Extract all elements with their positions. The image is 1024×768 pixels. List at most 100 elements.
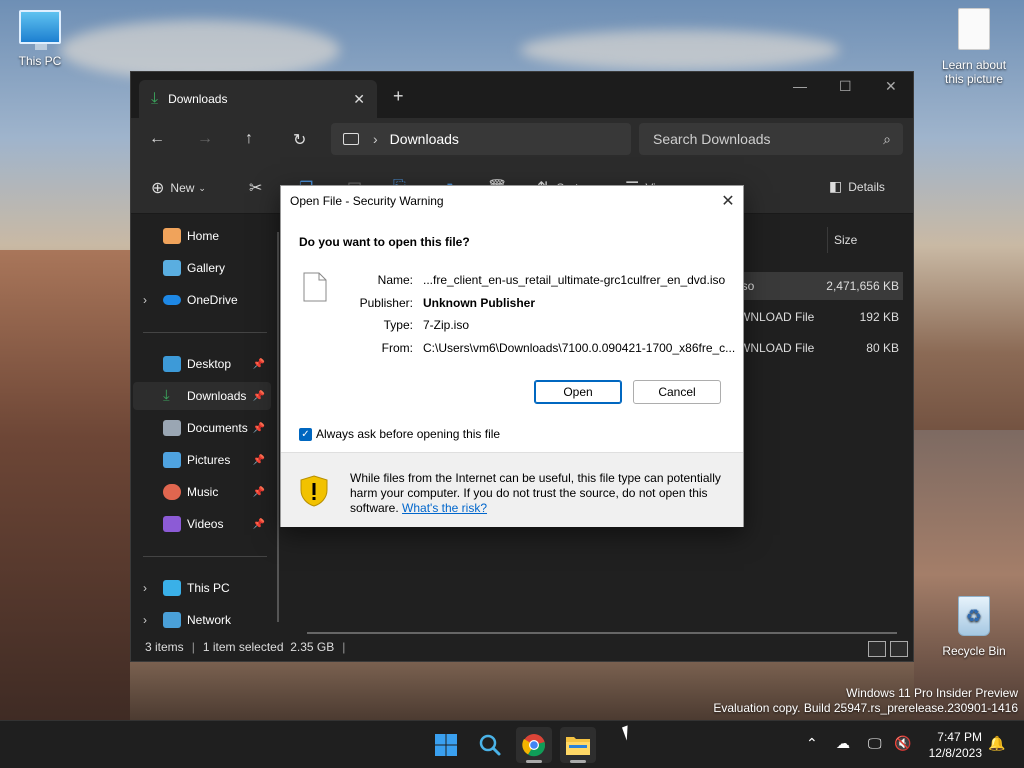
chevron-down-icon: ⌄	[198, 182, 206, 193]
divider: |	[191, 640, 195, 654]
from-value: C:\Users\vm6\Downloads\7100.0.090421-170…	[423, 341, 736, 355]
tiles-view-button[interactable]	[890, 641, 908, 657]
back-button[interactable]: ←	[149, 130, 165, 148]
watermark-line: Windows 11 Pro Insider Preview	[846, 686, 1018, 700]
maximize-button[interactable]: ☐	[839, 78, 852, 95]
documents-icon	[163, 420, 181, 436]
file-name-label: Name:	[377, 273, 413, 287]
clock[interactable]: 7:47 PM 12/8/2023	[922, 729, 982, 761]
desktop-icon-this-pc[interactable]: This PC	[0, 10, 80, 68]
sidebar-item-downloads[interactable]: ⤓ Downloads 📌	[133, 382, 271, 410]
sidebar-item-pictures[interactable]: Pictures 📌	[133, 446, 271, 474]
search-input[interactable]: Search Downloads	[653, 131, 883, 147]
running-indicator	[526, 760, 542, 763]
details-button[interactable]: ◧ Details	[829, 178, 885, 195]
publisher-label: Publisher:	[359, 296, 413, 310]
evaluation-watermark: Windows 11 Pro Insider Preview Evaluatio…	[713, 686, 1018, 716]
chevron-right-icon[interactable]: ›	[143, 581, 147, 595]
close-window-button[interactable]: ✕	[885, 78, 897, 95]
up-button[interactable]: ↑	[245, 130, 253, 148]
download-icon: ⤓	[151, 90, 159, 107]
tab-bar: ⤓ Downloads ✕ + — ☐ ✕	[131, 72, 913, 118]
search-box[interactable]: Search Downloads ⌕	[639, 123, 903, 155]
checkmark-icon[interactable]: ✓	[299, 427, 312, 441]
type-label: Type:	[383, 318, 413, 332]
sidebar-item-label: Videos	[187, 517, 224, 531]
sidebar-item-onedrive[interactable]: › OneDrive	[133, 286, 271, 314]
sidebar-item-desktop[interactable]: Desktop 📌	[133, 350, 271, 378]
chevron-right-icon[interactable]: ›	[143, 613, 147, 627]
monitor-icon	[19, 10, 61, 50]
tab-downloads[interactable]: ⤓ Downloads ✕	[139, 80, 377, 118]
forward-button[interactable]: →	[197, 130, 213, 148]
sidebar-item-label: Pictures	[187, 453, 231, 467]
sidebar-item-videos[interactable]: Videos 📌	[133, 510, 271, 538]
sidebar-item-gallery[interactable]: Gallery	[133, 254, 271, 282]
wallpaper-canyon-left	[0, 250, 130, 720]
onedrive-offline-icon[interactable]: ☁	[836, 735, 850, 752]
details-label: Details	[848, 179, 885, 194]
file-explorer-taskbar-button[interactable]	[560, 727, 596, 763]
chrome-taskbar-button[interactable]	[516, 727, 552, 763]
table-row[interactable]: WNLOAD File 80 KB	[731, 334, 903, 362]
table-row[interactable]: WNLOAD File 192 KB	[731, 303, 903, 331]
start-button[interactable]	[428, 727, 464, 763]
home-icon	[163, 228, 181, 244]
notification-bell-icon[interactable]: 🔔	[988, 735, 1005, 752]
gallery-icon	[163, 260, 181, 276]
sidebar-item-music[interactable]: Music 📌	[133, 478, 271, 506]
file-name-row: Name: ...fre_client_en-us_retail_ultimat…	[341, 273, 726, 287]
type-row: Type: 7-Zip.iso	[341, 318, 469, 332]
new-button[interactable]: ⊕ New ⌄	[151, 178, 206, 198]
status-bar: 3 items | 1 item selected 2.35 GB |	[131, 633, 913, 661]
publisher-row: Publisher: Unknown Publisher	[341, 296, 535, 310]
chevron-up-icon[interactable]: ⌃	[806, 735, 818, 752]
chevron-right-icon[interactable]: ›	[143, 293, 147, 307]
folder-icon	[566, 737, 590, 755]
pin-icon: 📌	[252, 518, 265, 530]
refresh-button[interactable]: ↻	[293, 130, 306, 150]
new-tab-button[interactable]: +	[393, 86, 404, 107]
navigation-bar: ← → ↑ ↻ › Downloads Search Downloads ⌕	[131, 118, 913, 162]
sidebar-scrollbar[interactable]	[277, 232, 279, 622]
clock-date: 12/8/2023	[928, 746, 982, 760]
divider	[143, 556, 267, 557]
onedrive-icon	[163, 295, 181, 305]
cut-button[interactable]: ✂	[249, 178, 268, 198]
from-row: From: C:\Users\vm6\Downloads\7100.0.0904…	[341, 341, 736, 355]
pin-icon: 📌	[252, 454, 265, 466]
sidebar-item-home[interactable]: Home	[133, 222, 271, 250]
address-bar[interactable]: › Downloads	[331, 123, 631, 155]
sidebar-item-label: This PC	[187, 581, 230, 595]
clock-time: 7:47 PM	[937, 730, 982, 744]
search-taskbar-button[interactable]	[472, 727, 508, 763]
column-header-size[interactable]: Size	[827, 227, 907, 253]
table-row[interactable]: iso 2,471,656 KB	[731, 272, 903, 300]
cancel-button[interactable]: Cancel	[633, 380, 721, 404]
divider	[143, 332, 267, 333]
open-button[interactable]: Open	[534, 380, 622, 404]
volume-muted-icon[interactable]: 🔇	[894, 735, 911, 752]
desktop-icon-recycle-bin[interactable]: ♻ Recycle Bin	[934, 596, 1014, 658]
details-view-button[interactable]	[868, 641, 886, 657]
plus-circle-icon: ⊕	[151, 180, 165, 197]
file-name-value: ...fre_client_en-us_retail_ultimate-grc1…	[423, 273, 726, 287]
network-icon[interactable]: 🖵	[868, 735, 882, 752]
file-type-cell: WNLOAD File	[739, 341, 815, 355]
desktop-icon-learn-picture[interactable]: Learn about this picture	[934, 8, 1014, 86]
scissors-icon: ✂	[249, 180, 263, 197]
minimize-button[interactable]: —	[793, 78, 807, 94]
close-dialog-button[interactable]: ✕	[719, 191, 737, 211]
monitor-icon	[343, 133, 359, 145]
sidebar-item-documents[interactable]: Documents 📌	[133, 414, 271, 442]
sidebar-item-label: Home	[187, 229, 220, 243]
desktop-icon-label: Recycle Bin	[942, 644, 1006, 658]
windows-logo-icon	[435, 734, 457, 756]
always-ask-checkbox[interactable]: ✓ Always ask before opening this file	[299, 427, 500, 441]
sidebar-item-this-pc[interactable]: › This PC	[133, 574, 271, 602]
whats-the-risk-link[interactable]: What's the risk?	[402, 501, 487, 515]
sidebar-item-network[interactable]: › Network	[133, 606, 271, 634]
running-indicator	[570, 760, 586, 763]
desktop-icon-label: This PC	[18, 54, 62, 68]
close-tab-icon[interactable]: ✕	[353, 91, 365, 108]
